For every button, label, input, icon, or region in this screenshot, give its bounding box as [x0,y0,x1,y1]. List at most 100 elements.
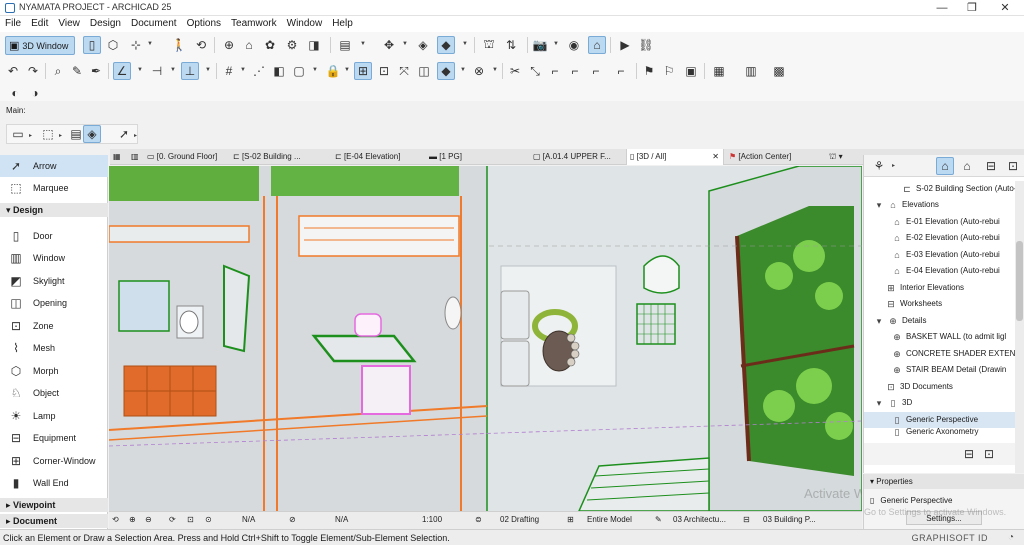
trim-icon[interactable]: ⋰ [250,62,268,80]
new-view-icon[interactable]: ⊟ [960,445,978,463]
menu-help[interactable]: Help [327,16,358,32]
link-icon[interactable]: ⛓ [637,36,655,54]
minimize-button[interactable]: — [927,0,957,16]
tab-upper-floor-detail[interactable]: ▢ [A.01.4 UPPER F... [530,149,624,165]
connect-icon[interactable]: ⌐ [612,62,630,80]
navigator-tree-icon[interactable]: ⚘ [870,157,888,175]
nav-item-e01[interactable]: ⌂ E-01 Elevation (Auto-rebui [864,214,1024,230]
navigator-scrollbar[interactable] [1015,181,1024,473]
nav-item-generic-perspective[interactable]: ▯ Generic Perspective [864,412,1024,428]
menu-window[interactable]: Window [282,16,328,32]
toolbox-section-document[interactable]: ▸ Document [0,514,108,528]
zoom-in-icon[interactable]: ⊕ [129,515,136,524]
maximize-button[interactable]: ❐ [957,0,987,16]
toolbox-section-design[interactable]: ▾ Design [0,203,108,217]
distribute-icon[interactable]: ⤧ [395,62,413,80]
3d-window-button[interactable]: ▣ 3D Window [5,36,75,55]
solid-ops-icon[interactable]: ⊗ [470,62,488,80]
tool-zone[interactable]: ⊡ Zone [0,315,108,337]
clone-view-icon[interactable]: ⊡ [980,445,998,463]
tool-arrow[interactable]: ➚ Arrow [0,155,108,177]
axis-icon[interactable]: ⊹ [127,36,145,54]
nav-item-details[interactable]: ▾ ⊕ Details [864,313,1024,329]
publisher-sets-icon[interactable]: ⊡ [1004,157,1022,175]
nav-item-building-section[interactable]: ⊏ S-02 Building Section (Auto- [864,181,1024,197]
undo-icon[interactable]: ↶ [4,62,22,80]
pick-up-icon[interactable]: ✎ [68,62,86,80]
tool-marquee[interactable]: ⬚ Marquee [0,177,108,199]
mark-up-icon[interactable]: ▣ [682,62,700,80]
pen-set-icon[interactable]: ◑ [26,84,44,102]
redo-icon[interactable]: ↷ [24,62,42,80]
nav-item-worksheets[interactable]: ⊟ Worksheets [864,296,1024,312]
tool-object[interactable]: ♘ Object [0,382,108,404]
inject-icon[interactable]: ✒ [87,62,105,80]
menu-teamwork[interactable]: Teamwork [226,16,282,32]
layer-combo-icon[interactable]: ◐ [6,84,24,102]
plant-icon[interactable]: ✿ [261,36,279,54]
nav-item-basket-wall[interactable]: ⊕ BASKET WALL (to admit ligl [864,329,1024,345]
fillet-icon[interactable]: ⌐ [566,62,584,80]
intersect-icon[interactable]: ⌐ [546,62,564,80]
3d-model-viewport[interactable]: Activate Windows [109,166,862,511]
nav-item-concrete-shader[interactable]: ⊕ CONCRETE SHADER EXTEN [864,346,1024,362]
marquee-mode-icon[interactable]: ⬚ [39,125,57,143]
tab-layout-1pg[interactable]: ▬ [1 PG] [426,149,526,165]
undo-zoom-icon[interactable]: ⟲ [112,515,119,524]
tab-building-section[interactable]: ⊏ [S-02 Building ... [230,149,312,165]
find-select-icon[interactable]: ⌕ [49,62,67,80]
tab-action-center[interactable]: ⚑ [Action Center] [726,149,818,165]
properties-header[interactable]: ▾ Properties [864,474,1024,489]
tool-equipment[interactable]: ⊟ Equipment [0,427,108,449]
split-icon[interactable]: ✂ [506,62,524,80]
floor-plan-view-icon[interactable]: ▯ [83,36,101,54]
lock-icon[interactable]: 🔒 [324,62,342,80]
tab-overview-icon[interactable]: ▥ [128,149,142,165]
layers-icon[interactable]: ▤ [336,36,354,54]
camera-icon[interactable]: 📷 [531,36,549,54]
scale-value[interactable]: 1:100 [422,515,442,524]
rotated-marquee-icon[interactable]: ◈ [83,125,101,143]
nav-item-e03[interactable]: ⌂ E-03 Elevation (Auto-rebui [864,247,1024,263]
element-surface-icon[interactable]: ◆ [437,62,455,80]
nav-item-3d[interactable]: ▾ ▯ 3D [864,395,1024,411]
toolbox-section-viewpoint[interactable]: ▸ Viewpoint [0,498,108,512]
graphisoft-id-label[interactable]: GRAPHISOFT ID [912,533,988,543]
video-icon[interactable]: ▶ [616,36,634,54]
nav-item-interior-elevations[interactable]: ⊞ Interior Elevations [864,280,1024,296]
navigator-scroll-thumb[interactable] [1016,241,1023,321]
gravity-icon[interactable]: ⊥ [181,62,199,80]
angle-value[interactable]: N/A [335,515,348,524]
tool-corner-window[interactable]: ⊞ Corner-Window [0,450,108,472]
chamfer-icon[interactable]: ⌐ [587,62,605,80]
single-select-icon[interactable]: ▭ [9,125,27,143]
home-view-icon[interactable]: ⌂ [588,36,606,54]
paint-icon[interactable]: ◈ [414,36,432,54]
menu-document[interactable]: Document [126,16,182,32]
stair-icon[interactable]: ▦ [710,62,728,80]
menu-view[interactable]: View [53,16,85,32]
tab-elevation[interactable]: ⊏ [E-04 Elevation] [332,149,412,165]
tool-door[interactable]: ▯ Door [0,225,108,247]
menu-design[interactable]: Design [85,16,126,32]
layer-combo-value[interactable]: 02 Drafting [500,515,539,524]
grid-icon[interactable]: # [220,62,238,80]
filter-icon[interactable]: ⚙ [283,36,301,54]
menu-options[interactable]: Options [182,16,226,32]
nav-item-e04[interactable]: ⌂ E-04 Elevation (Auto-rebui [864,263,1024,279]
teamwork-icon[interactable]: ⇅ [502,36,520,54]
tool-lamp[interactable]: ☀ Lamp [0,405,108,427]
surface-paint-icon[interactable]: ◧ [270,62,288,80]
orbit-icon[interactable]: ⟲ [192,36,210,54]
close-tab-icon[interactable]: ✕ [712,149,719,165]
nav-item-stair-beam[interactable]: ⊕ STAIR BEAM Detail (Drawin [864,362,1024,378]
tool-window[interactable]: ▥ Window [0,247,108,269]
surface-icon[interactable]: ◆ [437,36,455,54]
zoom-value[interactable]: N/A [242,515,255,524]
railing-icon[interactable]: ▥ [742,62,760,80]
menu-edit[interactable]: Edit [26,16,53,32]
align-icon[interactable]: ⊡ [375,62,393,80]
nav-item-elevations[interactable]: ▾ ⌂ Elevations [864,197,1024,213]
arrow-select-icon[interactable]: ➚ [115,125,133,143]
cut-plane-icon[interactable]: ◨ [305,36,323,54]
